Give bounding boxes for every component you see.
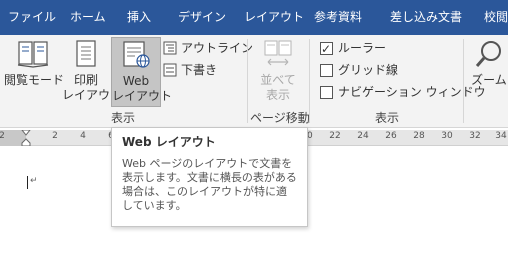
ribbon: 閲覧モード 印刷 レイアウト Web レイアウト アウトライン 下書き 表示 並… [0, 35, 508, 128]
tab-layout[interactable]: レイアウト [244, 0, 304, 35]
read-mode-label: 閲覧モード [4, 73, 65, 87]
ribbon-tab-bar: ファイル ホーム 挿入 デザイン レイアウト 参考資料 差し込み文書 校閲 [0, 0, 508, 35]
side-by-side-button[interactable]: 並べて 表示 [255, 37, 301, 107]
magnifier-icon [475, 41, 501, 67]
ruler-number: 2 [0, 131, 5, 141]
page-move-group-label: ページ移動 [250, 111, 310, 125]
group-divider [463, 39, 464, 123]
outline-button[interactable]: アウトライン [163, 38, 253, 58]
nav-pane-check-icon [320, 85, 333, 99]
web-layout-tooltip: Web レイアウト Web ページのレイアウトで文書を表示します。文書に横長の表… [111, 127, 308, 227]
draft-icon [163, 63, 177, 77]
ruler-number: 32 [469, 131, 481, 141]
read-mode-button[interactable]: 閲覧モード [4, 37, 65, 107]
ruler-number: 24 [357, 131, 369, 141]
draft-label: 下書き [181, 63, 218, 77]
outline-label: アウトライン [181, 41, 254, 55]
tab-home[interactable]: ホーム [70, 0, 106, 35]
side-by-side-icon [264, 40, 292, 66]
print-layout-label-1: 印刷 [73, 73, 98, 87]
ruler-number: 22 [329, 131, 341, 141]
tab-design[interactable]: デザイン [178, 0, 226, 35]
gridlines-checkbox[interactable]: グリッド線 [320, 60, 398, 80]
ruler-check-icon [320, 39, 333, 59]
web-layout-button[interactable]: Web レイアウト [111, 37, 173, 107]
gridlines-check-icon [320, 63, 333, 77]
ruler-number: 26 [385, 131, 397, 141]
group-divider [309, 39, 310, 123]
ruler-number: 34 [495, 131, 507, 141]
print-layout-icon [76, 40, 96, 67]
ruler-number: 4 [80, 131, 86, 141]
web-layout-label-2: レイアウト [112, 89, 173, 103]
tab-references[interactable]: 参考資料 [314, 0, 362, 35]
tooltip-body: Web ページのレイアウトで文書を表示します。文書に横長の表がある場合は、このレ… [122, 157, 297, 212]
ruler-number: 30 [441, 131, 453, 141]
read-mode-icon [17, 41, 49, 68]
tooltip-title: Web レイアウト [122, 135, 216, 149]
outline-icon [163, 41, 177, 55]
ruler-number: 28 [413, 131, 425, 141]
indent-marker-icon[interactable] [21, 130, 31, 146]
draft-button[interactable]: 下書き [163, 60, 217, 80]
tab-file[interactable]: ファイル [8, 0, 56, 35]
gridlines-label: グリッド線 [338, 63, 399, 77]
show-group-label: 表示 [374, 111, 399, 125]
ruler-number: 2 [52, 131, 58, 141]
tab-review[interactable]: 校閲 [484, 0, 508, 35]
zoom-button[interactable]: ズーム [470, 37, 508, 107]
print-layout-label-2: レイアウト [62, 88, 123, 102]
web-layout-icon [123, 41, 150, 68]
print-layout-button[interactable]: 印刷 レイアウト [62, 37, 123, 107]
ruler-label: ルーラー [338, 41, 387, 55]
zoom-label: ズーム [471, 73, 507, 87]
tab-mailings[interactable]: 差し込み文書 [390, 0, 462, 35]
ruler-checkbox[interactable]: ルーラー [320, 38, 387, 59]
view-group-label: 表示 [110, 111, 135, 125]
paragraph-mark-icon: ↵ [30, 176, 38, 186]
text-cursor [27, 176, 28, 189]
group-divider [247, 39, 248, 123]
side-by-side-label-2: 表示 [265, 88, 290, 102]
side-by-side-label-1: 並べて [260, 73, 296, 87]
web-layout-label-1: Web [122, 74, 150, 88]
nav-pane-checkbox[interactable]: ナビゲーション ウィンドウ [320, 82, 486, 102]
tab-insert[interactable]: 挿入 [127, 0, 151, 35]
